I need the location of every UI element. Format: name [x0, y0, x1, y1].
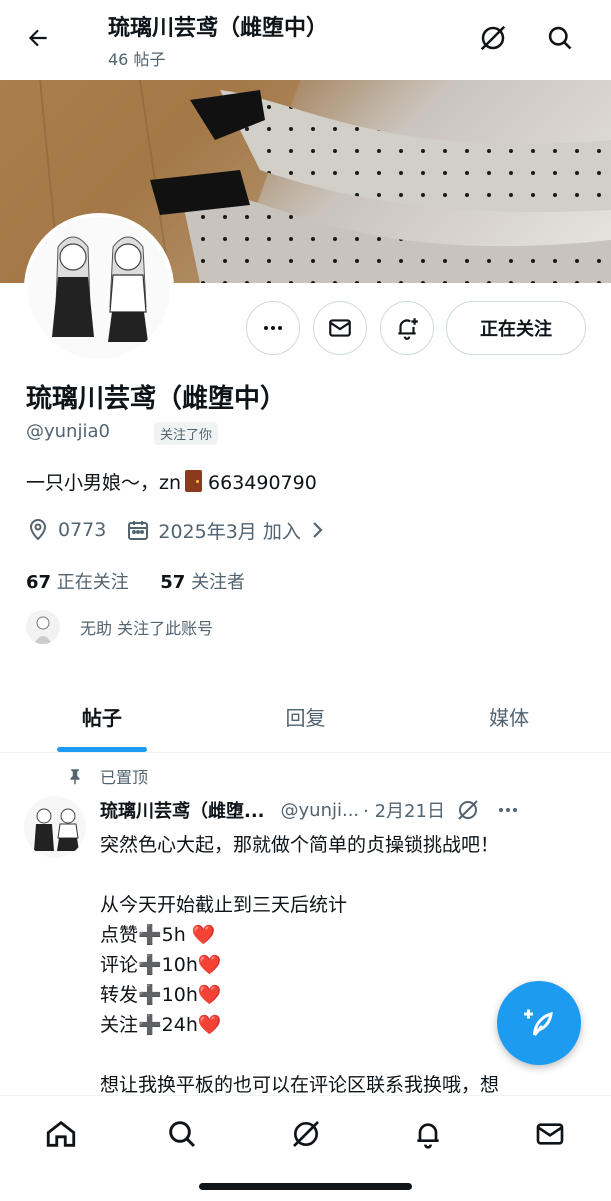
notify-button[interactable]	[380, 301, 434, 355]
location-pin-icon	[26, 518, 50, 542]
profile-handle: @yunjia0	[26, 421, 110, 442]
home-indicator	[199, 1183, 412, 1190]
profile-bio: 一只小男娘～，zn 663490790	[26, 468, 317, 495]
post-header: 琉璃川芸鸢（雌堕... @yunji... · 2月21日	[100, 797, 590, 823]
followed-by-text: 无助 关注了此账号	[80, 619, 214, 638]
compose-post-button[interactable]	[497, 981, 581, 1065]
post-handle: @yunji...	[280, 799, 360, 821]
location-text: 0773	[58, 519, 107, 541]
more-options-button[interactable]	[246, 301, 300, 355]
profile-meta: 0773 2025年3月 加入	[26, 515, 337, 545]
chevron-right-icon[interactable]	[305, 518, 329, 542]
search-icon[interactable]	[540, 18, 580, 58]
pin-icon	[70, 769, 80, 785]
joined-text[interactable]: 2025年3月 加入	[158, 517, 300, 544]
post-avatar[interactable]	[24, 796, 86, 858]
header-title: 琉璃川芸鸢（雌堕中）	[108, 16, 329, 41]
follows-you-badge: 关注了你	[154, 422, 219, 445]
following-button[interactable]: 正在关注	[446, 301, 586, 355]
profile-tabs: 帖子 回复 媒体	[0, 680, 611, 753]
calendar-icon	[126, 518, 150, 542]
top-bar: 琉璃川芸鸢（雌堕中） 46 帖子	[0, 0, 611, 80]
post-more-icon[interactable]	[495, 797, 521, 823]
post-author[interactable]: 琉璃川芸鸢（雌堕...	[100, 797, 265, 823]
tab-media[interactable]: 媒体	[407, 680, 611, 752]
tab-posts[interactable]: 帖子	[0, 680, 204, 752]
profile-name: 琉璃川芸鸢（雌堕中）	[26, 384, 287, 414]
follow-stats: 67 正在关注 57 关注者	[26, 568, 245, 594]
bell-plus-icon	[398, 318, 418, 340]
profile-avatar[interactable]	[24, 213, 174, 363]
pinned-label: 已置顶	[100, 768, 149, 787]
post-count: 46 帖子	[108, 50, 166, 69]
home-icon[interactable]	[41, 1114, 81, 1154]
grok-icon[interactable]	[286, 1114, 326, 1154]
followers-link[interactable]: 57 关注者	[160, 572, 245, 593]
followed-by[interactable]: 无助 关注了此账号	[26, 610, 213, 644]
bio-number: 663490790	[208, 472, 317, 494]
following-link[interactable]: 67 正在关注	[26, 572, 129, 593]
grok-icon[interactable]	[455, 797, 481, 823]
door-emoji-icon	[185, 470, 203, 492]
mutual-avatar	[26, 610, 60, 644]
post-date[interactable]: · 2月21日	[363, 797, 445, 823]
tab-replies[interactable]: 回复	[204, 680, 408, 752]
search-icon[interactable]	[162, 1114, 202, 1154]
messages-envelope-icon[interactable]	[530, 1114, 570, 1154]
feather-plus-icon	[524, 1009, 553, 1036]
envelope-icon	[329, 319, 351, 337]
notifications-bell-icon[interactable]	[408, 1114, 448, 1154]
post-text[interactable]: 突然色心大起，那就做个简单的贞操锁挑战吧！ 从今天开始截止到三天后统计 点赞➕5…	[100, 830, 590, 1100]
back-arrow-icon[interactable]	[18, 18, 58, 58]
more-icon	[264, 326, 282, 330]
message-button[interactable]	[313, 301, 367, 355]
bio-text: 一只小男娘～，zn	[26, 472, 182, 494]
pinned-indicator: 已置顶	[66, 764, 148, 788]
grok-icon[interactable]	[473, 18, 513, 58]
